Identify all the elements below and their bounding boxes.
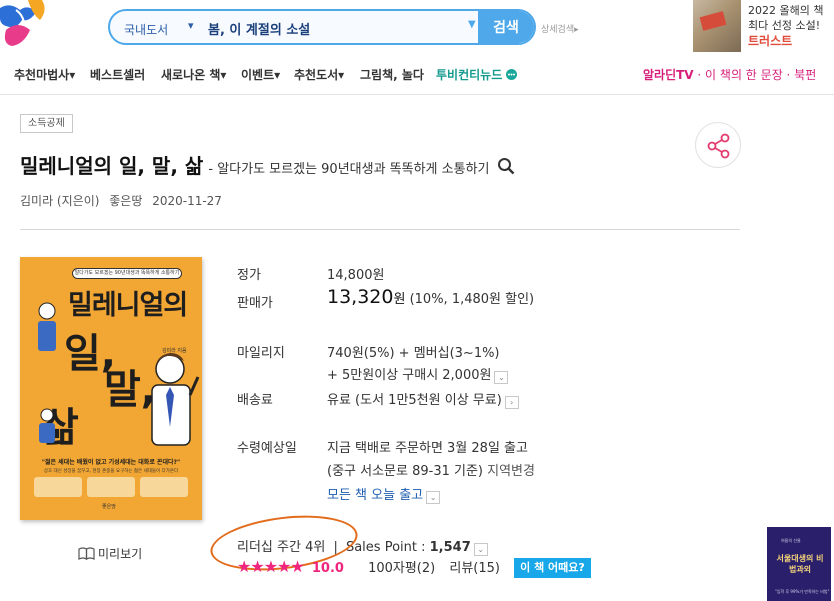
nav-item-bestseller[interactable]: 베스트셀러 [90,66,145,83]
list-price-label: 정가 [237,268,261,283]
caret-down-icon: ▾ [220,68,227,82]
cover-illustration [151,353,200,446]
nav-item-recommended[interactable]: 추천도서▾ [294,66,344,83]
chevron-down-icon[interactable]: ▾ [188,19,194,32]
nav-item-recommend-wizard[interactable]: 추천마법사▾ [14,66,75,83]
list-price-value: 14,800원 [327,268,385,283]
today-shipping-expand[interactable]: ⌄ [426,491,441,504]
search-icon[interactable] [497,157,515,175]
advanced-search-link[interactable]: 상세검색▸ [541,22,579,35]
dropdown-arrow-icon[interactable]: ▼ [468,19,476,30]
nav-right-links[interactable]: 알라딘TV · 이 책의 한 문장 · 북펀 [643,66,816,83]
reviews-link[interactable]: 리뷰(15) [449,561,500,576]
publish-date: 2020-11-27 [152,194,222,208]
arrival-line1: 지금 택배로 주문하면 3월 28일 출고 [327,441,528,456]
promo-book-image[interactable] [693,0,741,52]
caret-down-icon: ▾ [338,68,345,82]
short-reviews-link[interactable]: 100자평(2) [368,561,435,576]
cover-small-figure [38,302,56,351]
how-about-button[interactable]: 이 책 어때요? [514,558,591,578]
cover-small-figure-2 [39,408,55,443]
search-bar: 국내도서 ▾ ▼ 검색 [108,9,536,45]
cover-description: 상호 대신 성장을 꿈꾸고, 현장 존중을 요구하는 젊은 세대들이 다가온다 [43,469,179,474]
cover-feature-box [140,477,188,497]
nav-item-picture-books[interactable]: 그림책, 놀다 [360,66,424,83]
search-button[interactable]: 검색 [478,11,534,43]
author-link[interactable]: 김미라 (지은이) [20,194,99,208]
shipping-label: 배송료 [237,393,273,408]
shipping-value: 유료 (도서 1만5천원 이상 무료) › [327,389,519,409]
side-book-small-text: 여름의 선물 [781,538,801,543]
caret-down-icon: ▾ [69,68,76,82]
cover-feature-boxes [34,477,188,497]
shipping-info-button[interactable]: › [504,396,519,409]
nav-item-events[interactable]: 이벤트▾ [241,66,280,83]
aladin-logo[interactable] [0,0,80,52]
promo-line1[interactable]: 2022 올해의 책 [748,2,823,18]
title-row: 밀레니얼의 일, 말, 삶 - 알다가도 모르겠는 90년대생과 똑똑하게 소통… [20,150,515,179]
sales-point-value: 1,547 [429,540,471,555]
star-icon: ★ [277,557,291,576]
promo-line2[interactable]: 최다 선정 소설! [748,17,820,33]
share-icon [707,133,730,159]
caret-down-icon: ▾ [274,68,281,82]
sale-price: 13,320원 (10%, 1,480원 할인) [327,286,534,308]
today-shipping-link[interactable]: 모든 책 오늘 출고 [327,488,423,503]
sales-point-label: Sales Point : [345,540,426,555]
arrival-link-row: 모든 책 오늘 출고 ⌄ [327,484,441,504]
nav-divider [0,94,834,95]
cover-feature-box [87,477,135,497]
arrival-line2: (중구 서소문로 89-31 기준) 지역변경 [327,464,535,479]
open-book-icon [78,547,95,560]
cover-title-line1: 밀레니얼의 [68,290,188,321]
publisher-link[interactable]: 좋은땅 [109,194,142,208]
search-input[interactable] [208,18,468,38]
star-icon: ★ [290,557,304,576]
book-subtitle: - 알다가도 모르겠는 90년대생과 똑똑하게 소통하기 [208,162,490,177]
cover-top-text: 알다가도 모르겠는 90년대생과 똑똑하게 소통하기 [72,268,182,279]
side-book-promo[interactable]: 여름의 선물 서울대생의 비법과외 "입학 후 99%가 만족하는 비법" [767,527,831,601]
sales-point-expand[interactable]: ⌄ [473,543,488,556]
book-title: 밀레니얼의 일, 말, 삶 [20,154,204,178]
search-category[interactable]: 국내도서 [124,21,168,38]
side-book-bottom-text: "입학 후 99%가 만족하는 비법" [775,589,830,594]
header-divider [20,229,740,230]
change-location-link[interactable]: 지역변경 [487,464,535,479]
rating-row: ★★★★★ 10.0 100자평(2) 리뷰(15) 이 책 어때요? [237,557,591,578]
mileage-line2: + 5만원이상 구매시 2,000원 ⌄ [327,364,509,384]
cover-feature-box [34,477,82,497]
cover-quote: "젊은 세대는 배웠이 없고 기성세대는 대화로 꼰대다?" [41,459,181,466]
book-cover[interactable]: 알다가도 모르겠는 90년대생과 똑똑하게 소통하기 밀레니얼의 일, 말, 삶… [20,257,202,520]
tax-deduction-badge: 소득공제 [20,114,73,133]
mileage-expand-button[interactable]: ⌄ [494,371,509,384]
share-button[interactable] [695,122,741,168]
mileage-label: 마일리지 [237,346,285,361]
star-icon: ★ [237,557,251,576]
sale-price-unit: 원 [393,292,406,307]
book-meta: 김미라 (지은이) 좋은땅 2020-11-27 [20,192,228,209]
star-icon: ★ [250,557,264,576]
side-book-title: 서울대생의 비법과외 [776,554,824,574]
cover-publisher: 좋은땅 [102,504,116,510]
mileage-line1: 740원(5%) + 멤버십(3~1%) [327,346,500,361]
sale-price-value: 13,320 [327,286,394,308]
nav-item-new-books[interactable]: 새로나온 책▾ [161,66,226,83]
nav-item-tobecontinued[interactable]: 투비컨티뉴드 [436,66,518,83]
promo-line3[interactable]: 트러스트 [748,32,792,49]
sale-discount: (10%, 1,480원 할인) [409,292,535,307]
star-icon: ★ [263,557,278,576]
arrival-label: 수령예상일 [237,441,297,456]
rating-score: 10.0 [311,561,344,576]
sale-price-label: 판매가 [237,296,273,311]
more-dots-icon [506,69,518,80]
main-nav: 추천마법사▾ 베스트셀러 새로나온 책▾ 이벤트▾ 추천도서▾ 그림책, 놀다 … [0,64,834,86]
preview-button[interactable]: 미리보기 [78,545,142,562]
